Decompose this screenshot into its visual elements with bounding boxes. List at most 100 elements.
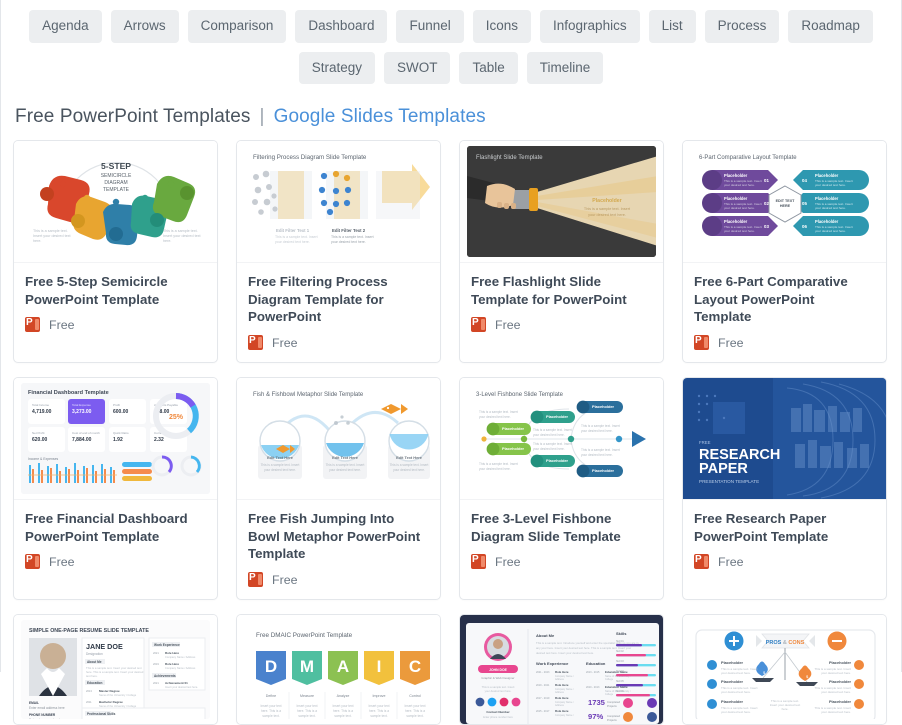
template-title[interactable]: Free 5-Step Semicircle PowerPoint Templa… [25,273,206,308]
svg-text:Insert your text: Insert your text [296,704,317,708]
template-card[interactable]: SIMPLE ONE-PAGE RESUME SLIDE TEMPLATE EM… [13,614,218,725]
svg-text:your desired text here.: your desired text here. [275,240,310,244]
tag-roadmap[interactable]: Roadmap [788,10,873,43]
tag-comparison[interactable]: Comparison [187,10,287,43]
template-price-row: Free [694,335,875,351]
template-card[interactable]: PROS & CONS $ $ Placeholder Placeholder … [682,614,887,725]
template-card[interactable]: 6-Part Comparative Layout Template EDIT … [682,140,887,364]
svg-text:desired text here. Insert your: desired text here. Insert your desired t… [536,651,594,655]
template-card-body: Free 3-Level Fishbone Diagram Slide Temp… [460,500,663,581]
tag-arrows[interactable]: Arrows [110,10,179,43]
google-slides-templates-link[interactable]: Google Slides Templates [274,106,486,127]
price-label: Free [495,317,521,332]
svg-text:Placeholder: Placeholder [721,699,744,704]
tag-funnel[interactable]: Funnel [396,10,464,43]
template-card[interactable]: FREE RESEARCH PAPER PRESENTATION TEMPLAT… [682,377,887,601]
template-thumbnail: SIMPLE ONE-PAGE RESUME SLIDE TEMPLATE EM… [14,615,217,725]
template-title[interactable]: Free 6-Part Comparative Layout PowerPoin… [694,273,875,326]
powerpoint-icon [694,335,709,351]
price-label: Free [495,554,521,569]
svg-text:your desired text here.: your desired text here. [264,468,296,472]
svg-text:Company Name / Address: Company Name / Address [165,666,196,670]
tag-list[interactable]: List [648,10,696,43]
svg-text:2015 - 2017: 2015 - 2017 [536,710,550,713]
price-label: Free [718,554,744,569]
svg-text:2013 - 2015: 2013 - 2015 [586,671,600,674]
svg-text:Placeholder: Placeholder [724,196,748,201]
svg-text:DIAGRAM: DIAGRAM [104,180,127,186]
template-price-row: Free [471,317,652,333]
template-thumbnail: PROS & CONS $ $ Placeholder Placeholder … [683,615,886,725]
svg-text:Total Income: Total Income [32,403,49,407]
template-thumbnail: 5-STEP SEMICIRCLE DIAGRAM TEMPLATE This … [14,141,217,263]
svg-text:Enter email address here: Enter email address here [29,706,65,710]
svg-text:Skill 01: Skill 01 [616,640,624,643]
price-label: Free [49,317,75,332]
svg-text:Role Here: Role Here [555,709,569,713]
template-thumbnail: JOHN DOE Graphic & Web Designer This is … [460,615,663,725]
tag-dashboard[interactable]: Dashboard [295,10,388,43]
template-card-body: Free 6-Part Comparative Layout PowerPoin… [683,263,886,362]
svg-text:05: 05 [802,201,807,206]
template-title[interactable]: Free Flashlight Slide Template for Power… [471,273,652,308]
tag-process[interactable]: Process [704,10,780,43]
template-card[interactable]: 5-STEP SEMICIRCLE DIAGRAM TEMPLATE This … [13,140,218,364]
svg-text:4,719.00: 4,719.00 [32,409,52,415]
powerpoint-icon [471,554,486,570]
svg-text:Designation: Designation [86,652,103,656]
template-title[interactable]: Free Research Paper PowerPoint Template [694,510,875,545]
svg-text:Skill 05: Skill 05 [616,680,624,683]
template-title[interactable]: Free Fish Jumping Into Bowl Metaphor Pow… [248,510,429,563]
svg-text:This is a sample text. Insert: This is a sample text. Insert [326,463,365,467]
thumb-heading: Fish & Fishbowl Metaphor Slide Template [253,392,364,398]
tag-agenda[interactable]: Agenda [29,10,102,43]
page-title: Free PowerPoint Templates | Google Slides … [1,88,901,140]
svg-text:here. This is a: here. This is a [405,709,425,713]
svg-text:Insert your text: Insert your text [332,704,353,708]
comparative-layout-art: 6-Part Comparative Layout Template EDIT … [699,155,869,236]
svg-text:Professional Skills: Professional Skills [87,712,116,716]
template-card[interactable]: JOHN DOE Graphic & Web Designer This is … [459,614,664,725]
tag-icons[interactable]: Icons [472,10,532,43]
svg-text:This is a sample text. Insert: This is a sample text. Insert [584,207,631,211]
tag-swot[interactable]: SWOT [383,51,451,84]
template-card[interactable]: Financial Dashboard Template Total Incom… [13,377,218,601]
svg-text:Skill 03: Skill 03 [616,660,624,663]
tag-infographics[interactable]: Infographics [540,10,640,43]
svg-text:Master Degree: Master Degree [99,689,120,693]
powerpoint-icon [471,317,486,333]
template-title[interactable]: Free Financial Dashboard PowerPoint Temp… [25,510,206,545]
tag-table[interactable]: Table [459,51,518,84]
svg-text:Name of the University / Colle: Name of the University / College [99,693,137,697]
svg-text:Placeholder: Placeholder [724,173,748,178]
template-card[interactable]: Fish & Fishbowl Metaphor Slide Template [236,377,441,601]
svg-text:1.92: 1.92 [113,437,123,443]
template-title[interactable]: Free 3-Level Fishbone Diagram Slide Temp… [471,510,652,545]
svg-text:Bachelor Degree: Bachelor Degree [99,700,123,704]
svg-text:Edit Filter Text 2: Edit Filter Text 2 [332,228,366,233]
svg-text:Address: Address [555,704,565,707]
template-card[interactable]: 3-Level Fishbone Slide Template Placehol… [459,377,664,601]
template-title[interactable]: Free Filtering Process Diagram Template … [248,273,429,326]
svg-text:Placeholder: Placeholder [546,458,569,463]
svg-text:Placeholder: Placeholder [546,414,569,419]
svg-text:Skills: Skills [616,631,627,636]
tag-strategy[interactable]: Strategy [298,51,375,84]
svg-text:A: A [337,657,349,676]
svg-text:This is a sample text. Insert: This is a sample text. Insert [533,428,572,432]
svg-text:Control: Control [409,694,421,698]
template-card[interactable]: Filtering Process Diagram Slide Template [236,140,441,364]
svg-text:06: 06 [802,224,807,229]
svg-text:Name of the University / Colle: Name of the University / College [99,704,137,708]
thumb-heading: SIMPLE ONE-PAGE RESUME SLIDE TEMPLATE [29,628,149,634]
template-card-body: Free Filtering Process Diagram Template … [237,263,440,362]
financial-dashboard-art: Financial Dashboard Template Total Incom… [21,383,210,495]
svg-text:Placeholder: Placeholder [592,198,621,204]
template-card[interactable]: Free DMAIC PowerPoint Template DMAIC Def… [236,614,441,725]
template-card[interactable]: Flashlight Slide Template Placeholder Th… [459,140,664,364]
template-thumbnail: Fish & Fishbowl Metaphor Slide Template [237,378,440,501]
svg-text:your desired text here.: your desired text here. [815,183,846,187]
tag-timeline[interactable]: Timeline [526,51,604,84]
svg-text:Work Experience: Work Experience [536,661,569,666]
svg-text:here.: here. [33,239,41,243]
